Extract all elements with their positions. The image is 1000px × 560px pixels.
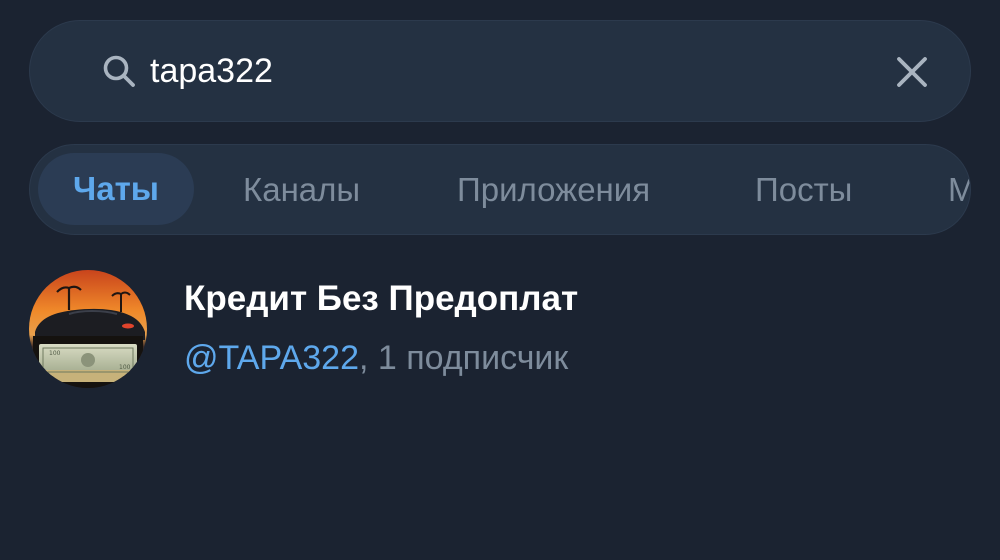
result-separator: , (359, 339, 378, 377)
search-input[interactable] (150, 41, 870, 101)
svg-text:100: 100 (49, 350, 61, 357)
result-title: Кредит Без Предоплат (184, 279, 579, 318)
close-icon[interactable] (892, 52, 932, 92)
tab-posts[interactable]: Посты (755, 145, 852, 234)
tab-chats[interactable]: Чаты (38, 153, 194, 225)
search-icon (103, 55, 135, 87)
result-subscribers: 1 подписчик (377, 339, 569, 377)
tab-apps[interactable]: Приложения (457, 145, 650, 234)
search-tabs: Чаты Каналы Приложения Посты М (29, 144, 971, 235)
tab-more[interactable]: М (948, 145, 970, 234)
result-username: @TAPA322 (184, 339, 359, 377)
svg-text:100: 100 (119, 364, 131, 371)
tab-channels[interactable]: Каналы (243, 145, 360, 234)
avatar-image: 100 100 (29, 270, 147, 388)
result-subtitle: @TAPA322, 1 подписчик (184, 339, 568, 378)
search-screen: Чаты Каналы Приложения Посты М (0, 0, 1000, 560)
search-result-item[interactable]: 100 100 Кредит Без Предоплат @TAPA322, 1… (0, 255, 1000, 405)
search-bar[interactable] (29, 20, 971, 122)
